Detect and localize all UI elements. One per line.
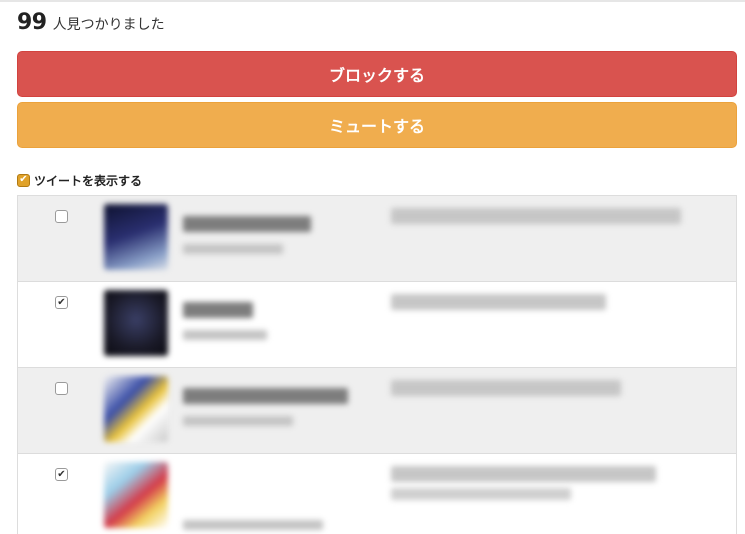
user-select-checkbox[interactable] (55, 210, 68, 223)
list-item: ✔ (18, 454, 736, 534)
show-tweets-toggle[interactable]: ✔ ツイートを表示する (17, 171, 142, 189)
avatar (104, 376, 168, 442)
avatar (104, 204, 168, 270)
list-item (18, 368, 736, 454)
mute-button-label: ミュートする (328, 117, 425, 136)
list-item: ✔ (18, 282, 736, 368)
block-button[interactable]: ブロックする (17, 51, 737, 97)
user-handle-redacted (183, 244, 283, 254)
user-select-checkbox[interactable] (55, 382, 68, 395)
avatar (104, 462, 168, 528)
result-summary: 99 人見つかりました (17, 10, 165, 40)
result-count: 99 (17, 10, 47, 35)
mute-button[interactable]: ミュートする (17, 102, 737, 148)
show-tweets-checkbox[interactable]: ✔ (17, 173, 30, 187)
user-name-redacted (183, 216, 311, 232)
top-divider (0, 0, 745, 2)
avatar (104, 290, 168, 356)
user-handle-redacted (183, 330, 267, 340)
tweet-text-redacted (391, 208, 681, 224)
show-tweets-label: ツイートを表示する (34, 173, 143, 188)
user-name-redacted (183, 302, 253, 318)
user-handle-redacted (183, 416, 293, 426)
user-name-redacted (183, 388, 348, 404)
block-button-label: ブロックする (328, 66, 425, 85)
result-count-label: 人見つかりました (52, 17, 165, 33)
list-item (18, 196, 736, 282)
user-list: ✔ ✔ (17, 195, 737, 534)
user-handle-redacted (183, 520, 323, 530)
user-select-checkbox[interactable]: ✔ (55, 296, 68, 309)
tweet-text-redacted (391, 294, 606, 310)
tweet-text-redacted (391, 466, 656, 482)
tweet-text-redacted (391, 488, 571, 500)
tweet-text-redacted (391, 380, 621, 396)
user-select-checkbox[interactable]: ✔ (55, 468, 68, 481)
